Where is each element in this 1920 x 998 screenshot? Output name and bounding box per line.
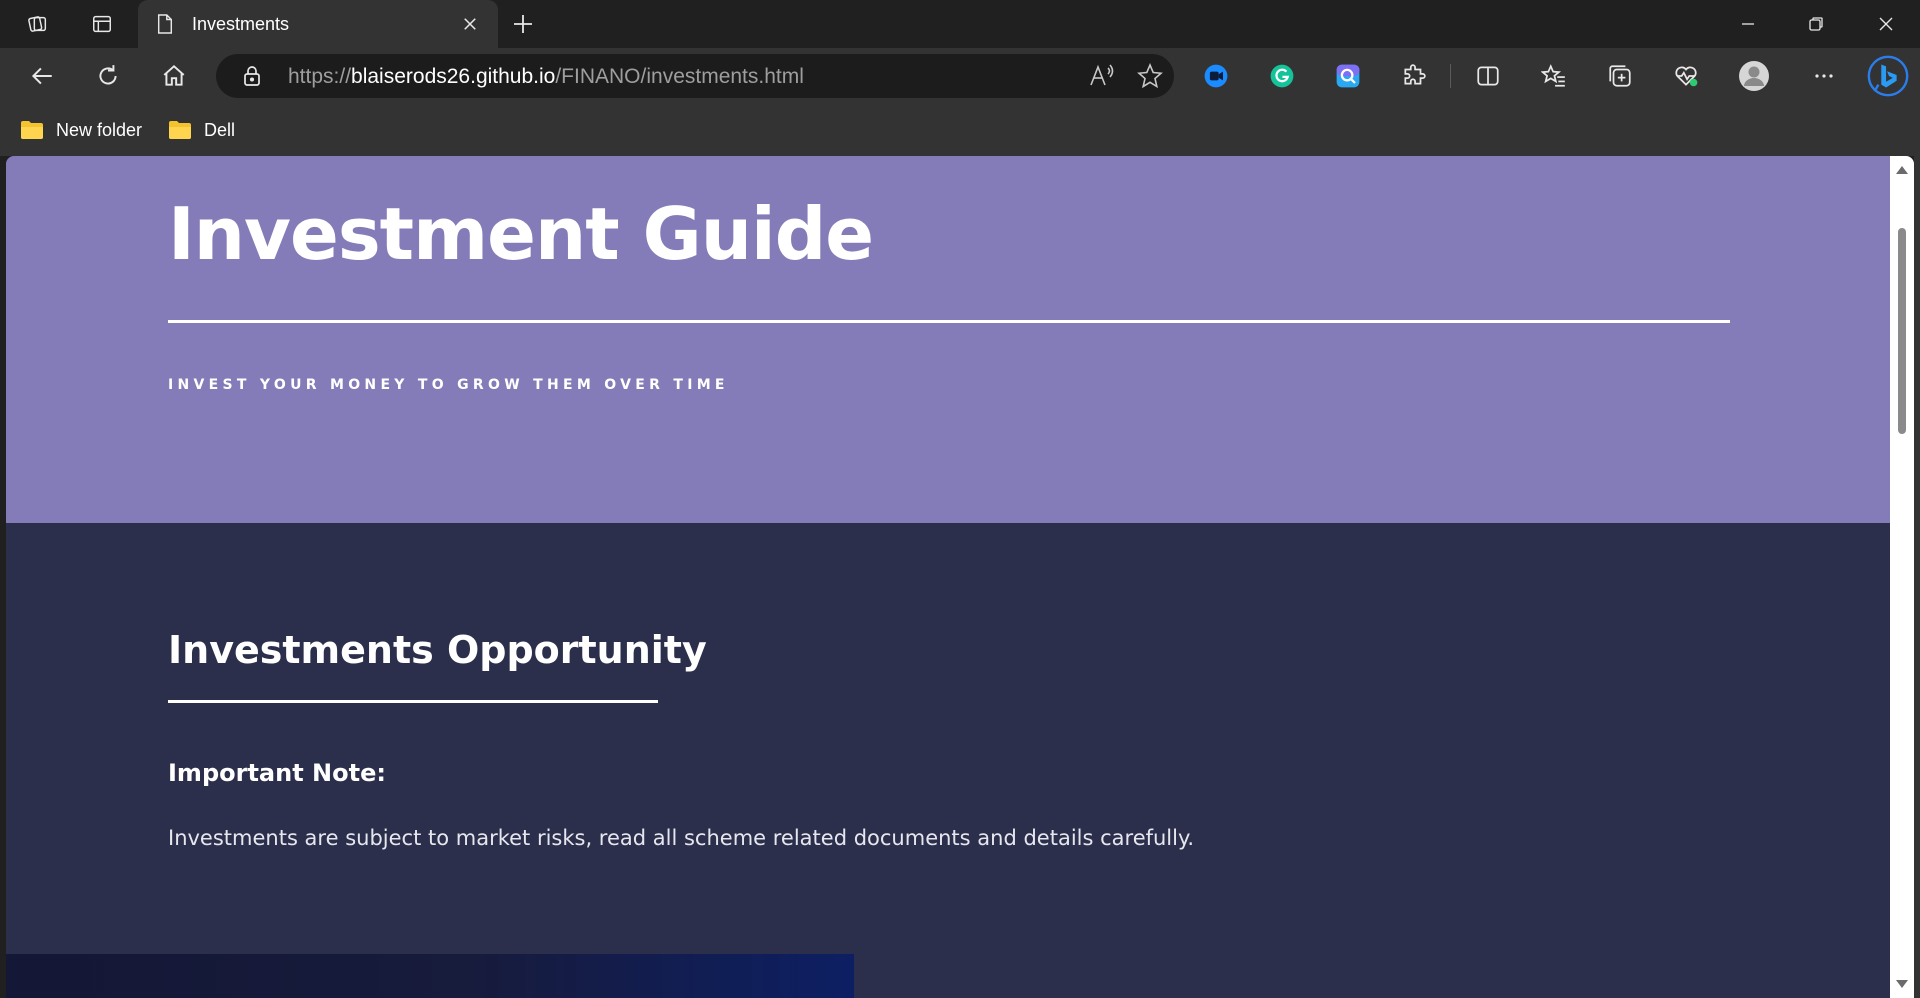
page-viewport: Investment Guide INVEST YOUR MONEY TO GR… <box>6 156 1890 998</box>
home-icon <box>163 64 185 86</box>
extensions-button[interactable] <box>1398 60 1430 92</box>
tab-strip: Investments <box>0 0 1920 48</box>
investments-section: Investments Opportunity Important Note: … <box>6 523 1890 998</box>
bookmark-new-folder[interactable]: New folder <box>20 116 142 144</box>
collections-icon <box>1609 65 1631 87</box>
home-button[interactable] <box>154 56 194 96</box>
more-dots-icon <box>1815 74 1833 78</box>
note-text: Investments are subject to market risks,… <box>168 826 1195 850</box>
copilot-button[interactable] <box>1864 52 1912 100</box>
hero-tagline: INVEST YOUR MONEY TO GROW THEM OVER TIME <box>168 377 729 393</box>
workspaces-button[interactable] <box>20 8 56 40</box>
note-heading: Important Note: <box>168 759 386 787</box>
tab-title: Investments <box>192 13 290 34</box>
bookmarks-bar: New folder Dell <box>0 104 1920 156</box>
back-arrow-icon <box>31 67 52 85</box>
minimize-icon <box>1742 23 1754 25</box>
section-divider <box>168 700 658 703</box>
url-path: /FINANO/investments.html <box>555 65 804 88</box>
read-aloud-icon[interactable] <box>1088 63 1116 89</box>
close-window-button[interactable] <box>1852 0 1920 48</box>
restore-icon <box>1809 17 1823 31</box>
magnifier-extension-icon <box>1336 64 1360 88</box>
bookmark-dell[interactable]: Dell <box>168 116 235 144</box>
profile-button[interactable] <box>1738 60 1770 92</box>
collections-button[interactable] <box>1604 60 1636 92</box>
hero-divider <box>168 320 1730 323</box>
browser-essentials-button[interactable] <box>1670 60 1702 92</box>
bing-icon <box>1867 55 1909 97</box>
toolbar-separator <box>1450 64 1451 88</box>
split-screen-button[interactable] <box>1472 60 1504 92</box>
more-options-button[interactable] <box>1808 60 1840 92</box>
puzzle-icon <box>1404 64 1426 85</box>
folder-icon <box>21 121 43 139</box>
tab-actions-icon <box>93 15 111 33</box>
banner-image <box>6 954 854 998</box>
url-prefix: https:// <box>288 65 352 88</box>
close-tab-button[interactable] <box>456 10 484 38</box>
hero-section: Investment Guide INVEST YOUR MONEY TO GR… <box>6 156 1890 523</box>
refresh-button[interactable] <box>88 56 128 96</box>
section-heading: Investments Opportunity <box>168 628 707 672</box>
lock-icon[interactable] <box>240 64 264 88</box>
bookmark-label: Dell <box>204 119 236 140</box>
back-button[interactable] <box>22 56 62 96</box>
split-screen-icon <box>1477 66 1499 86</box>
search-extension-button[interactable] <box>1332 60 1364 92</box>
close-icon <box>464 18 476 30</box>
workspaces-icon <box>28 16 47 32</box>
bookmark-label: New folder <box>56 119 143 140</box>
refresh-icon <box>99 65 117 85</box>
scroll-up-arrow-icon[interactable] <box>1896 166 1908 174</box>
extension-blue-button[interactable] <box>1200 60 1232 92</box>
tab-investments[interactable]: Investments <box>138 0 498 48</box>
new-tab-button[interactable] <box>506 8 540 40</box>
url-text[interactable]: https://blaiserods26.github.io/FINANO/in… <box>288 65 804 89</box>
url-host: blaiserods26.github.io <box>351 65 556 88</box>
scrollbar-thumb[interactable] <box>1898 228 1906 434</box>
vertical-tabs-button[interactable] <box>84 8 120 40</box>
page-icon <box>156 12 178 36</box>
scroll-down-arrow-icon[interactable] <box>1896 980 1908 988</box>
heart-pulse-icon <box>1675 66 1698 87</box>
page-scrollbar[interactable] <box>1890 156 1914 998</box>
window-edge <box>1914 156 1920 998</box>
favorites-button[interactable] <box>1538 60 1570 92</box>
grammarly-icon <box>1270 64 1294 88</box>
navigation-toolbar: https://blaiserods26.github.io/FINANO/in… <box>0 48 1920 104</box>
close-icon <box>1879 17 1893 31</box>
folder-icon <box>169 121 191 139</box>
avatar-icon <box>1739 61 1769 91</box>
page-title: Investment Guide <box>168 192 874 276</box>
camera-extension-icon <box>1204 64 1228 88</box>
grammarly-button[interactable] <box>1266 60 1298 92</box>
restore-button[interactable] <box>1782 0 1850 48</box>
favorites-list-icon <box>1541 64 1565 87</box>
address-bar[interactable]: https://blaiserods26.github.io/FINANO/in… <box>216 54 1174 98</box>
favorite-star-icon[interactable] <box>1136 63 1164 89</box>
plus-icon <box>514 15 532 33</box>
minimize-button[interactable] <box>1714 0 1782 48</box>
